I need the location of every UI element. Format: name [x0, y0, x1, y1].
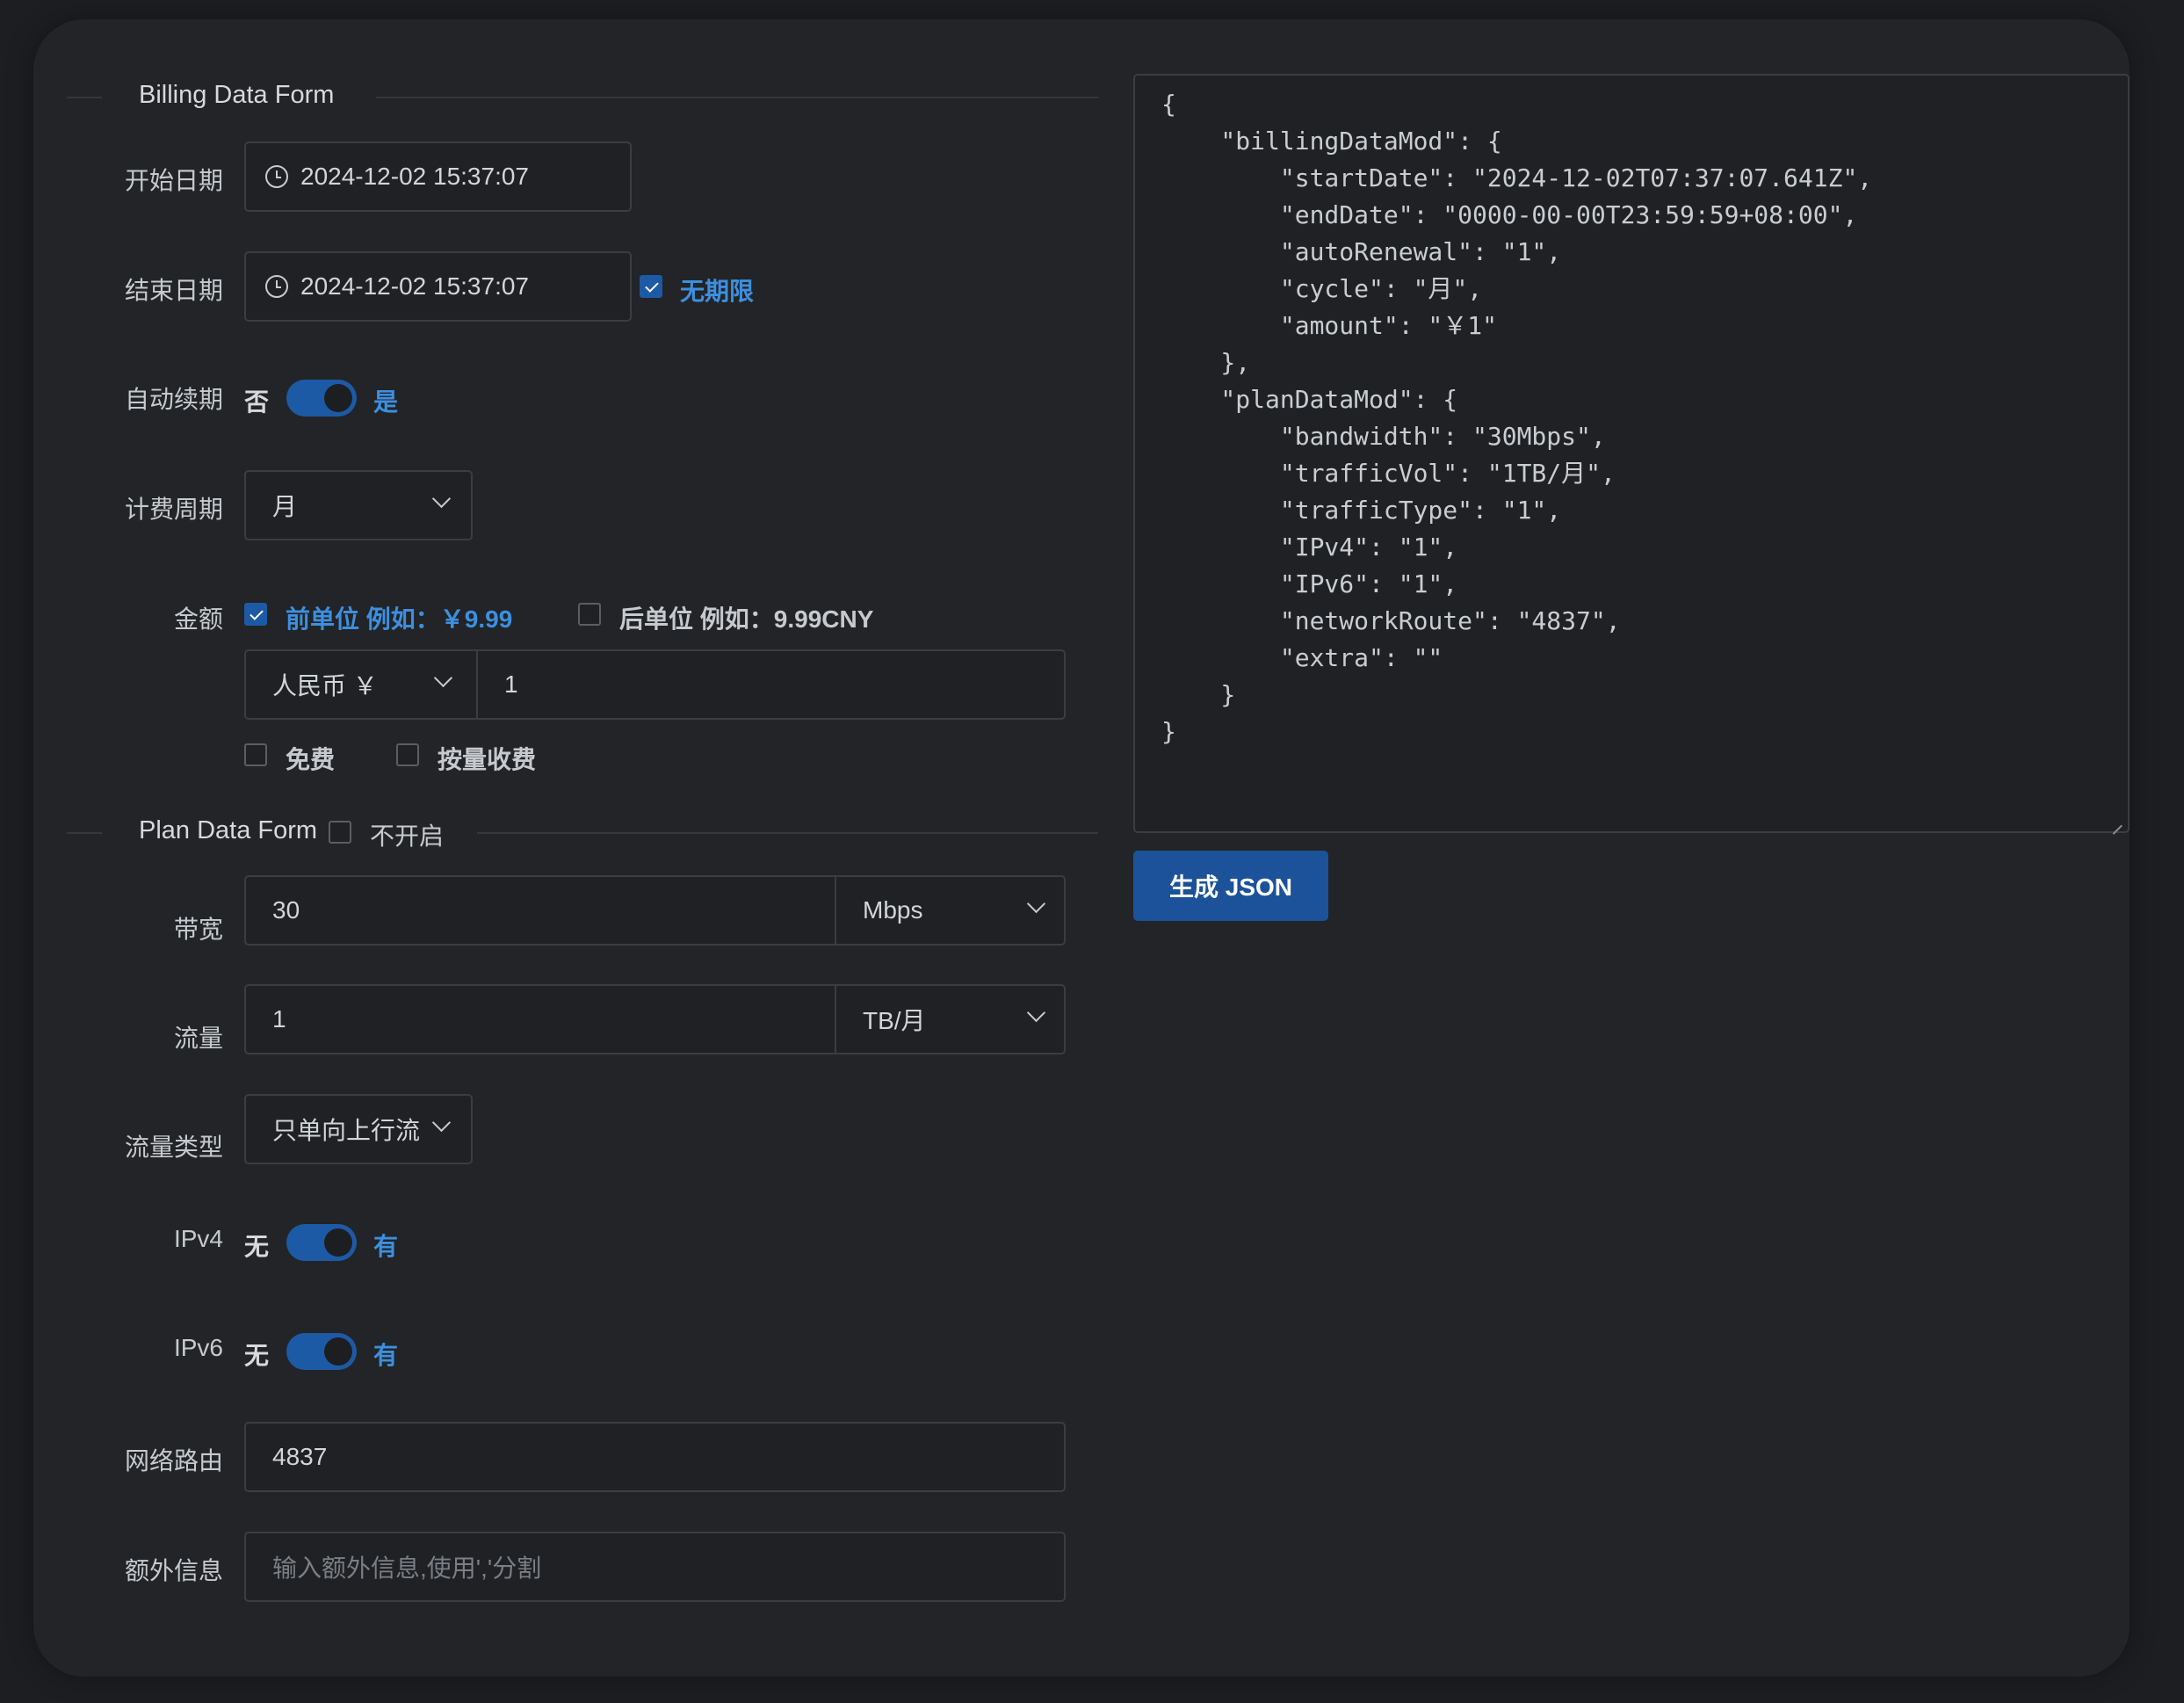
- bandwidth-input-group: 30 Mbps: [244, 875, 1066, 946]
- clock-icon: [265, 275, 288, 298]
- cycle-label: 计费周期: [124, 496, 223, 523]
- traffic-type-label: 流量类型: [124, 1134, 223, 1161]
- bandwidth-label: 带宽: [173, 916, 223, 943]
- ipv6-off-label: 无: [244, 1342, 270, 1369]
- suffix-unit-label[interactable]: 后单位 例如：9.99CNY: [619, 600, 873, 635]
- bandwidth-unit-select[interactable]: Mbps: [836, 877, 1064, 944]
- plan-disable-checkbox[interactable]: [329, 821, 351, 844]
- free-label[interactable]: 免费: [286, 741, 335, 776]
- amount-value: 1: [504, 670, 518, 698]
- plan-divider-right: [477, 832, 1098, 834]
- ipv4-off-label: 无: [244, 1233, 270, 1260]
- billing-divider-right: [376, 97, 1098, 98]
- chevron-down-icon: [433, 668, 453, 688]
- json-output-textarea[interactable]: { "billingDataMod": { "startDate": "2024…: [1133, 74, 2130, 833]
- traffic-unit-value: TB/月: [863, 1007, 926, 1034]
- traffic-type-select[interactable]: 只单向上行流: [244, 1094, 473, 1164]
- plan-disable-label[interactable]: 不开启: [370, 817, 444, 852]
- usage-billing-checkbox[interactable]: [396, 743, 419, 766]
- end-date-value: 2024-12-02 15:37:07: [300, 272, 529, 300]
- amount-input[interactable]: 1: [478, 651, 1064, 718]
- traffic-input-group: 1 TB/月: [244, 984, 1066, 1054]
- auto-renewal-off-label: 否: [244, 388, 270, 416]
- chevron-down-icon: [1026, 894, 1046, 914]
- prefix-unit-label[interactable]: 前单位 例如：￥9.99: [286, 600, 512, 635]
- chevron-down-icon: [431, 489, 452, 509]
- billing-section-title: Billing Data Form: [139, 81, 335, 109]
- form-card: Billing Data Form 开始日期 2024-12-02 15:37:…: [33, 19, 2130, 1677]
- traffic-unit-select[interactable]: TB/月: [836, 986, 1064, 1053]
- clock-icon: [265, 165, 288, 188]
- usage-billing-label[interactable]: 按量收费: [438, 741, 536, 776]
- auto-renewal-on-label: 是: [373, 388, 399, 416]
- chevron-down-icon: [431, 1112, 452, 1133]
- ipv4-on-label: 有: [373, 1233, 399, 1260]
- network-route-value: 4837: [272, 1443, 328, 1470]
- network-route-label: 网络路由: [124, 1447, 223, 1475]
- chevron-down-icon: [1026, 1003, 1046, 1023]
- auto-renewal-toggle[interactable]: [286, 380, 357, 417]
- free-checkbox[interactable]: [244, 743, 267, 766]
- prefix-unit-checkbox[interactable]: [244, 603, 267, 626]
- traffic-label: 流量: [173, 1025, 223, 1052]
- bandwidth-unit-value: Mbps: [863, 896, 923, 924]
- currency-value: 人民币 ￥: [272, 672, 378, 699]
- extra-input[interactable]: 输入额外信息,使用','分割: [244, 1532, 1066, 1602]
- cycle-select[interactable]: 月: [244, 470, 473, 540]
- plan-section-title: Plan Data Form: [139, 816, 318, 844]
- amount-label: 金额: [173, 605, 223, 633]
- end-date-label: 结束日期: [124, 277, 223, 304]
- network-route-input[interactable]: 4837: [244, 1422, 1066, 1492]
- resize-handle[interactable]: [2112, 815, 2126, 830]
- extra-placeholder: 输入额外信息,使用','分割: [272, 1554, 542, 1582]
- generate-json-button[interactable]: 生成 JSON: [1133, 851, 1328, 921]
- ipv4-label: IPv4: [173, 1225, 223, 1252]
- end-date-picker[interactable]: 2024-12-02 15:37:07: [244, 251, 632, 322]
- plan-divider-left: [67, 832, 102, 834]
- unlimited-checkbox[interactable]: [640, 275, 662, 298]
- start-date-label: 开始日期: [124, 167, 223, 194]
- start-date-value: 2024-12-02 15:37:07: [300, 163, 529, 190]
- cycle-value: 月: [272, 493, 298, 520]
- ipv6-toggle[interactable]: [286, 1333, 357, 1370]
- currency-select[interactable]: 人民币 ￥: [246, 651, 476, 718]
- auto-renewal-label: 自动续期: [124, 386, 223, 413]
- bandwidth-value: 30: [272, 896, 300, 924]
- start-date-picker[interactable]: 2024-12-02 15:37:07: [244, 141, 632, 212]
- ipv4-toggle[interactable]: [286, 1224, 357, 1261]
- bandwidth-input[interactable]: 30: [246, 877, 835, 944]
- unlimited-label[interactable]: 无期限: [680, 272, 754, 308]
- traffic-input[interactable]: 1: [246, 986, 835, 1053]
- resize-grip-icon: [2112, 815, 2123, 826]
- amount-input-group: 人民币 ￥ 1: [244, 649, 1066, 720]
- billing-divider-left: [67, 97, 102, 98]
- ipv6-on-label: 有: [373, 1342, 399, 1369]
- traffic-value: 1: [272, 1005, 286, 1033]
- ipv6-label: IPv6: [173, 1334, 223, 1361]
- suffix-unit-checkbox[interactable]: [578, 603, 601, 626]
- extra-label: 额外信息: [124, 1557, 223, 1584]
- traffic-type-value: 只单向上行流: [272, 1117, 421, 1144]
